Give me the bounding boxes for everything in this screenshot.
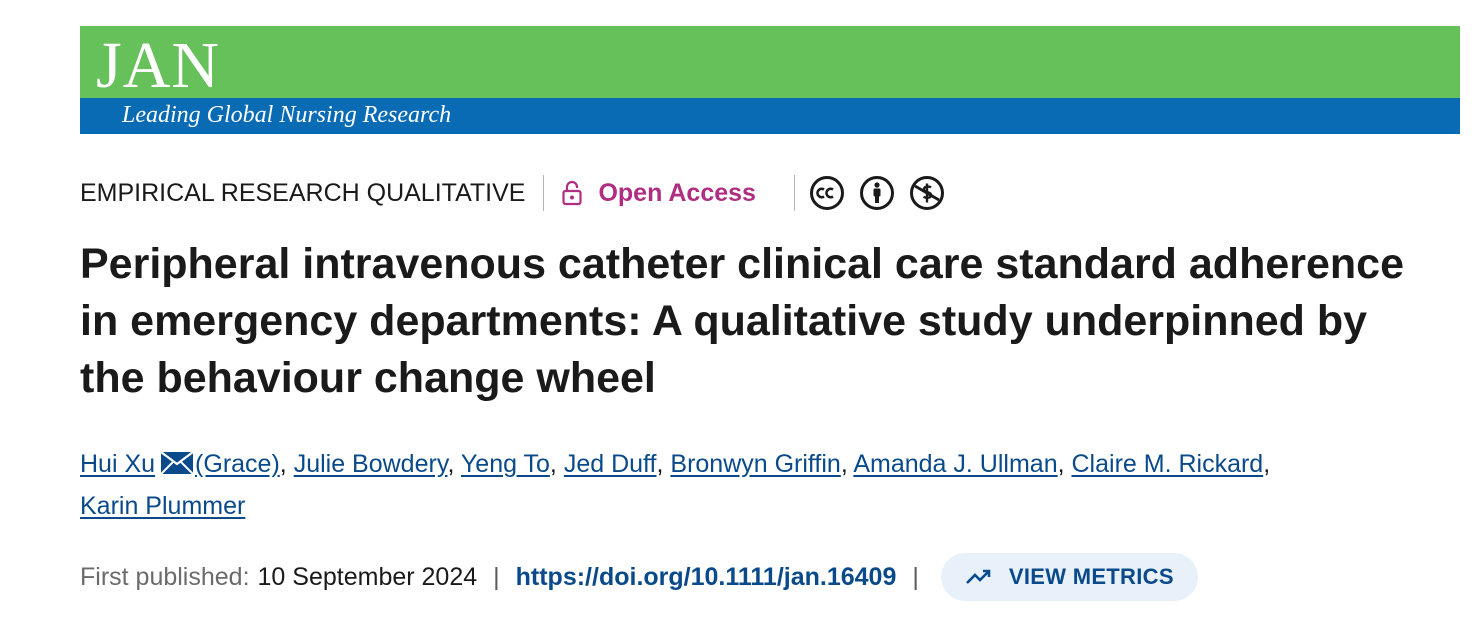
view-metrics-button[interactable]: VIEW METRICS — [940, 553, 1198, 601]
journal-logo: JAN — [96, 29, 221, 102]
author-link[interactable]: Jed Duff — [564, 450, 657, 478]
trending-up-icon — [965, 569, 991, 584]
journal-tagline: Leading Global Nursing Research — [122, 102, 452, 128]
open-access-label: Open Access — [598, 178, 756, 207]
article-type: EMPIRICAL RESEARCH QUALITATIVE — [80, 178, 526, 207]
article-title: Peripheral intravenous catheter clinical… — [80, 240, 1404, 402]
publication-row: First published: 10 September 2024 | htt… — [80, 553, 1198, 601]
author-link[interactable]: Yeng To — [461, 450, 550, 478]
journal-banner[interactable]: JAN Leading Global Nursing Research — [80, 26, 1460, 134]
author-link[interactable]: Karin Plummer — [80, 492, 245, 520]
author-link[interactable]: Hui Xu — [80, 450, 155, 478]
first-published-label: First published: — [80, 562, 250, 591]
lock-open-icon — [562, 180, 583, 206]
divider — [543, 175, 545, 211]
author-link[interactable]: Bronwyn Griffin — [670, 450, 840, 478]
article-page: JAN Leading Global Nursing Research EMPI… — [0, 0, 1484, 622]
by-attribution-icon — [859, 176, 894, 210]
author-link[interactable]: (Grace) — [195, 450, 280, 478]
divider — [793, 175, 795, 211]
doi-link[interactable]: https://doi.org/10.1111/jan.16409 — [516, 563, 897, 592]
banner-green-band — [80, 26, 1460, 98]
author-list: Hui Xu (Grace), Julie Bowdery, Yeng To, J… — [80, 444, 1450, 526]
author-link[interactable]: Amanda J. Ullman — [853, 450, 1057, 478]
divider: | — [912, 562, 919, 591]
author-link[interactable]: Julie Bowdery — [294, 450, 448, 478]
license-icons[interactable] — [809, 175, 945, 211]
non-commercial-icon — [909, 176, 944, 210]
author-link[interactable]: Claire M. Rickard — [1072, 450, 1264, 478]
divider: | — [493, 562, 500, 591]
article-meta-row: EMPIRICAL RESEARCH QUALITATIVE Open Acce… — [80, 170, 945, 216]
open-access-badge: Open Access — [562, 178, 756, 208]
first-published-date: 10 September 2024 — [257, 562, 478, 591]
cc-icon — [809, 176, 844, 210]
view-metrics-label: VIEW METRICS — [1008, 564, 1174, 589]
email-icon[interactable] — [160, 446, 194, 486]
